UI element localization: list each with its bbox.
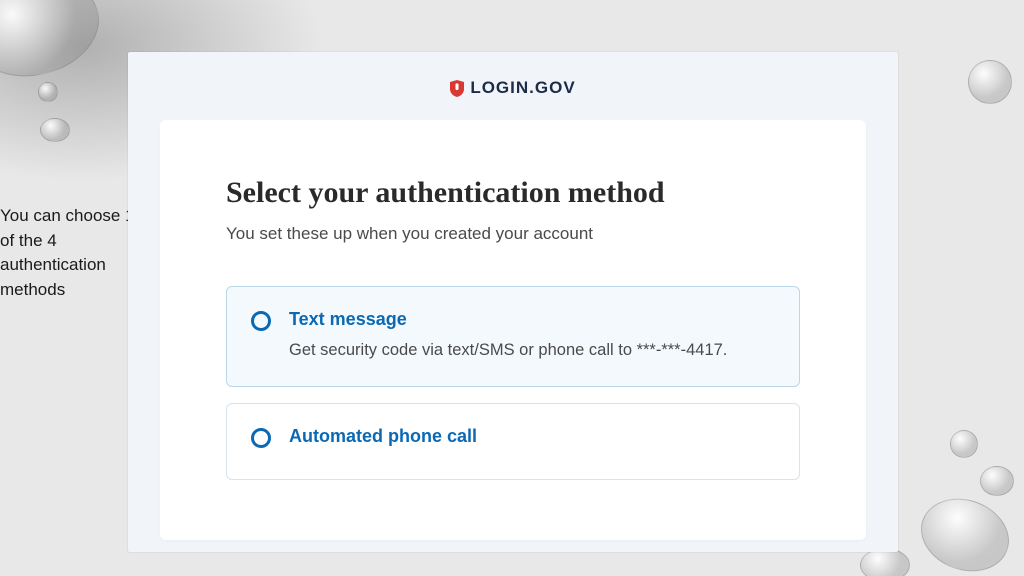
login-gov-panel: LOGIN.GOV Select your authentication met… bbox=[128, 52, 898, 552]
decorative-droplet bbox=[38, 82, 58, 102]
auth-option-text-message[interactable]: Text message Get security code via text/… bbox=[226, 286, 800, 388]
decorative-droplet bbox=[950, 430, 978, 458]
decorative-droplet bbox=[911, 487, 1020, 576]
option-body: Text message Get security code via text/… bbox=[289, 309, 775, 363]
option-body: Automated phone call bbox=[289, 426, 775, 455]
option-description: Get security code via text/SMS or phone … bbox=[289, 338, 775, 363]
option-title: Text message bbox=[289, 309, 775, 330]
decorative-droplet bbox=[980, 466, 1014, 496]
decorative-droplet bbox=[860, 548, 910, 576]
page-subtitle: You set these up when you created your a… bbox=[226, 224, 800, 244]
annotation-text: You can choose 1 of the 4 authentication… bbox=[0, 204, 135, 303]
auth-card: Select your authentication method You se… bbox=[160, 120, 866, 540]
shield-icon bbox=[450, 80, 464, 97]
auth-option-automated-phone-call[interactable]: Automated phone call bbox=[226, 403, 800, 480]
brand-logo: LOGIN.GOV bbox=[450, 78, 575, 98]
radio-icon bbox=[251, 311, 271, 331]
decorative-droplet bbox=[40, 118, 70, 142]
brand-name: LOGIN.GOV bbox=[470, 78, 575, 98]
page-title: Select your authentication method bbox=[226, 176, 800, 210]
radio-icon bbox=[251, 428, 271, 448]
brand-bar: LOGIN.GOV bbox=[128, 52, 898, 120]
decorative-droplet bbox=[968, 60, 1012, 104]
option-title: Automated phone call bbox=[289, 426, 775, 447]
decorative-droplet bbox=[0, 0, 110, 90]
